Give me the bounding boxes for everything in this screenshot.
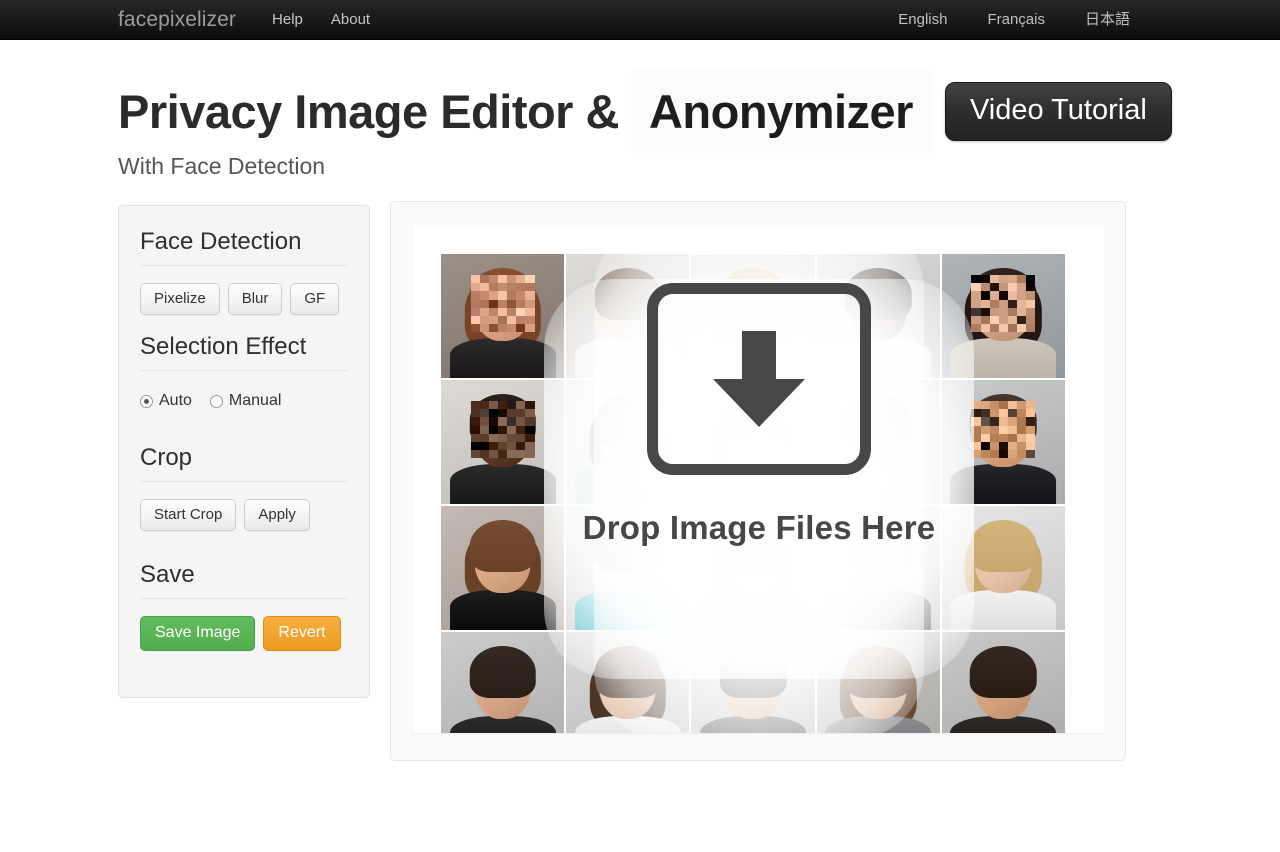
spacer-save (140, 549, 348, 561)
video-tutorial-button[interactable]: Video Tutorial (944, 82, 1172, 141)
radio-auto-indicator-icon[interactable] (140, 394, 153, 408)
page-subtitle: With Face Detection (118, 153, 326, 179)
section-heading-crop: Crop (140, 444, 193, 471)
save-image-button[interactable]: Save Image (140, 616, 256, 651)
nav-lang-francais[interactable]: Français (967, 12, 1065, 27)
page-title: Privacy Image Editor & (118, 85, 619, 138)
radio-auto-label: Auto (159, 392, 192, 409)
rotating-keyword: Anonymizer (630, 70, 933, 153)
page-title-row: Privacy Image Editor & Anonymizer Video … (118, 70, 1172, 153)
image-canvas-panel: Drop Image Files Here (390, 201, 1126, 761)
gf-button[interactable]: GF (290, 283, 340, 315)
section-heading-face-detection: Face Detection (140, 228, 302, 255)
selection-effect-radio-group: Auto Manual (140, 388, 348, 410)
radio-manual-label: Manual (228, 392, 282, 409)
divider-face-detection (140, 265, 348, 266)
radio-auto[interactable]: Auto (140, 392, 192, 410)
radio-manual[interactable]: Manual (209, 392, 282, 410)
divider-save (140, 598, 348, 599)
image-canvas[interactable]: Drop Image Files Here (413, 225, 1105, 733)
brand-logo[interactable]: facepixelizer (118, 9, 258, 30)
dropzone-label: Drop Image Files Here (582, 509, 936, 546)
nav-lang-english[interactable]: English (878, 12, 967, 27)
top-navbar: facepixelizer Help About English Françai… (0, 0, 1280, 40)
down-arrow-icon (713, 331, 805, 427)
section-heading-selection-effect: Selection Effect (140, 333, 307, 360)
navbar-left-group: facepixelizer Help About (0, 9, 384, 30)
divider-selection-effect (140, 370, 348, 371)
revert-button[interactable]: Revert (263, 616, 341, 651)
apply-crop-button[interactable]: Apply (244, 499, 310, 531)
navbar-language-group: English Français 日本語 (878, 12, 1280, 27)
dropzone-outline (647, 283, 871, 475)
tools-sidebar: Face Detection Pixelize Blur GF Selectio… (118, 205, 370, 698)
blur-button[interactable]: Blur (227, 283, 283, 315)
nav-link-about[interactable]: About (317, 12, 384, 27)
nav-link-help[interactable]: Help (258, 12, 317, 27)
start-crop-button[interactable]: Start Crop (140, 499, 237, 531)
nav-lang-japanese[interactable]: 日本語 (1065, 12, 1150, 27)
divider-crop (140, 481, 348, 482)
crop-button-row: Start Crop Apply (140, 499, 348, 531)
save-button-row: Save Image Revert (140, 616, 348, 651)
spacer-crop (140, 430, 348, 444)
section-heading-save: Save (140, 561, 195, 588)
file-dropzone[interactable]: Drop Image Files Here (413, 225, 1105, 733)
face-detection-button-row: Pixelize Blur GF (140, 283, 348, 315)
pixelize-button[interactable]: Pixelize (140, 283, 220, 315)
radio-manual-indicator-icon[interactable] (209, 394, 223, 408)
